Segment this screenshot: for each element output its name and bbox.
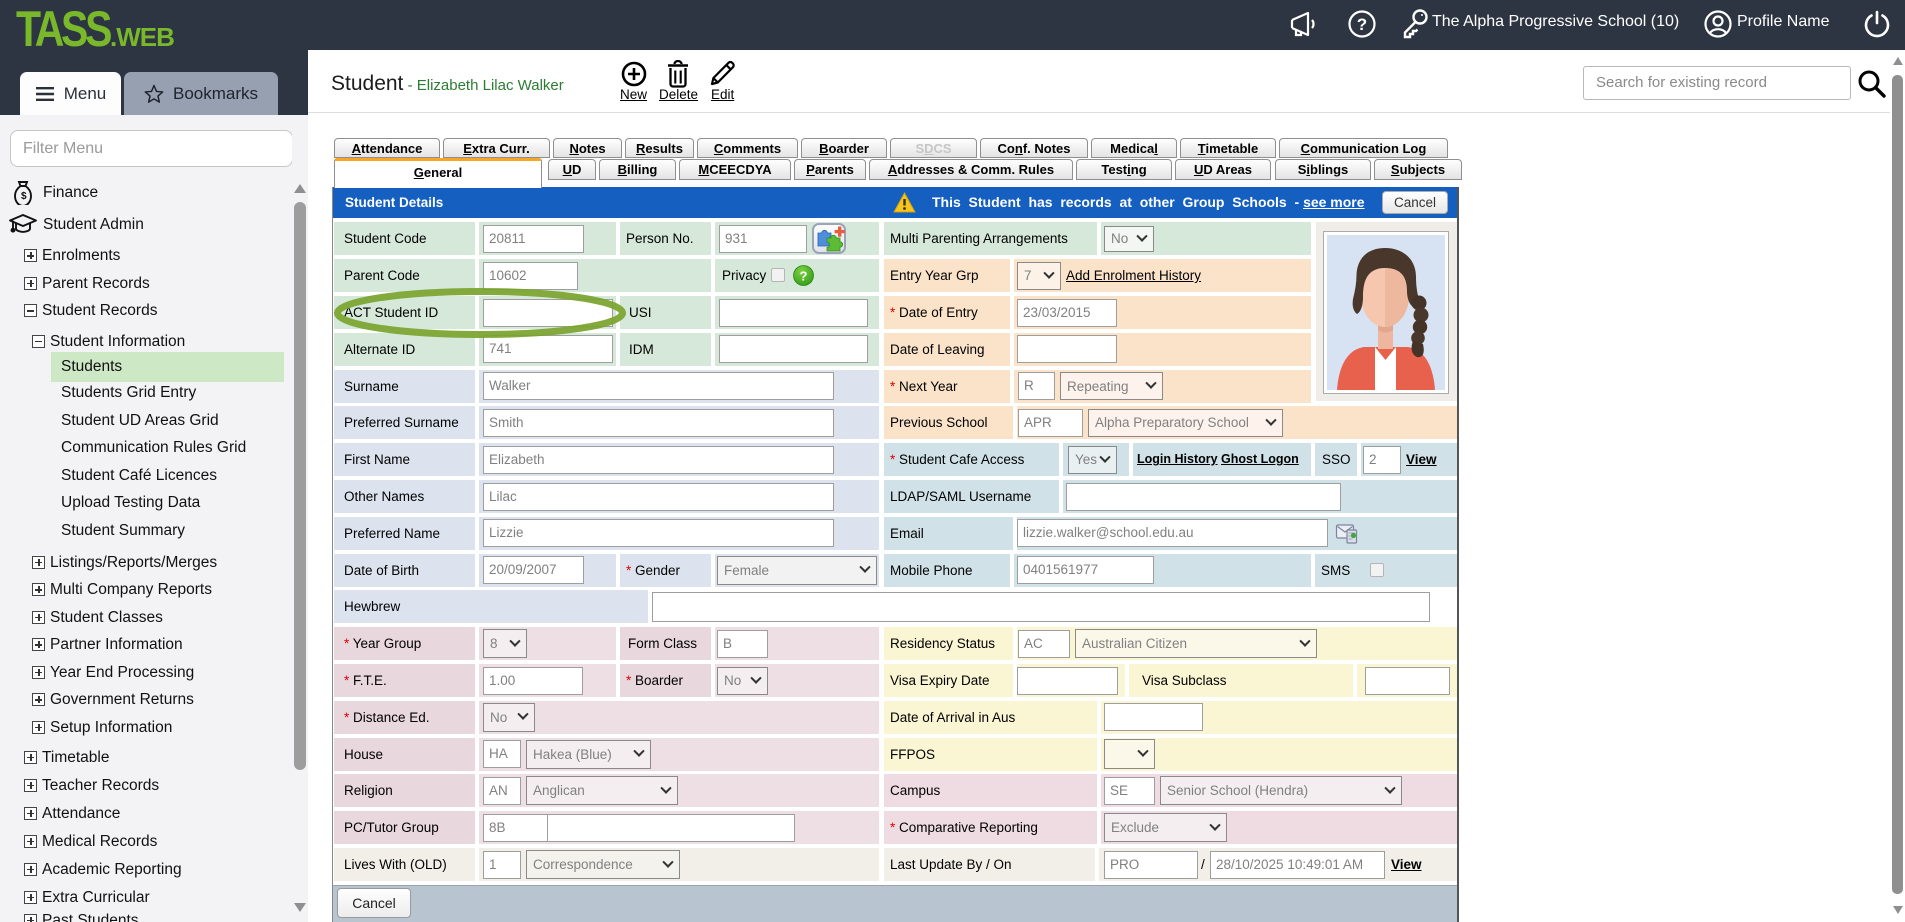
svg-text:$: $ (21, 191, 27, 202)
svg-text:?: ? (1357, 15, 1367, 34)
svg-text:TASS: TASS (16, 6, 111, 54)
svg-text:.WEB: .WEB (110, 22, 174, 52)
svg-text:?: ? (800, 269, 808, 284)
